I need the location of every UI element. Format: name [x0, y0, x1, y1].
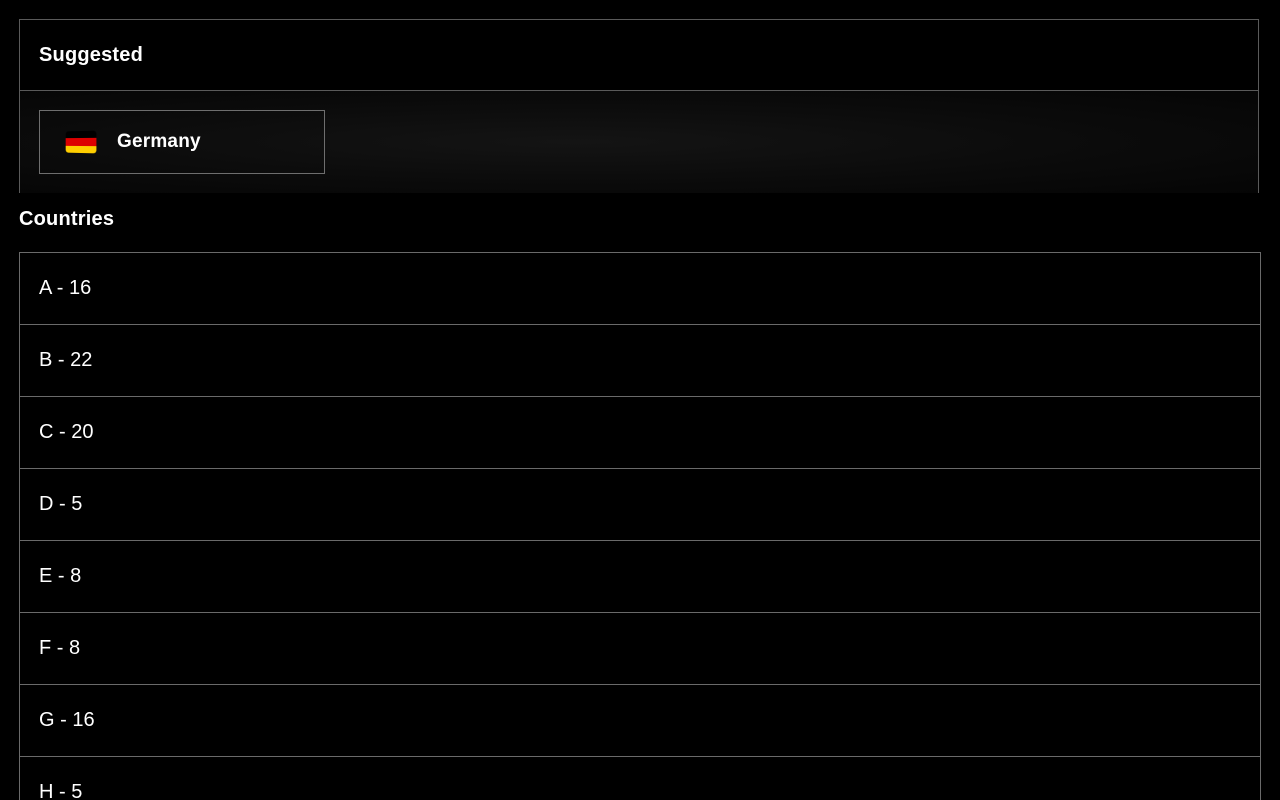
- letter-group-e[interactable]: E - 8: [19, 540, 1261, 612]
- letter-group-label: C - 20: [39, 421, 94, 443]
- letter-group-label: B - 22: [39, 349, 93, 371]
- letter-group-a[interactable]: A - 16: [19, 252, 1261, 324]
- letter-group-label: D - 5: [39, 493, 83, 515]
- letter-group-label: G - 16: [39, 709, 95, 731]
- country-name: Germany: [117, 131, 201, 152]
- suggested-list: Germany: [20, 91, 1258, 193]
- letter-group-h[interactable]: H - 5: [19, 756, 1261, 800]
- suggested-country-germany[interactable]: Germany: [39, 110, 325, 174]
- letter-group-d[interactable]: D - 5: [19, 468, 1261, 540]
- suggested-panel: Suggested Germany: [19, 19, 1259, 193]
- countries-letter-list: A - 16 B - 22 C - 20 D - 5 E - 8 F - 8 G…: [19, 252, 1261, 800]
- letter-group-label: E - 8: [39, 565, 82, 587]
- suggested-title: Suggested: [39, 43, 144, 66]
- germany-flag-icon: [65, 130, 97, 154]
- letter-group-b[interactable]: B - 22: [19, 324, 1261, 396]
- countries-title: Countries: [19, 208, 115, 230]
- suggested-header: Suggested: [20, 20, 1258, 91]
- letter-group-f[interactable]: F - 8: [19, 612, 1261, 684]
- letter-group-g[interactable]: G - 16: [19, 684, 1261, 756]
- flag-stripe-gold: [65, 145, 97, 154]
- country-picker-page: Suggested Germany Countries A - 16 B - 2…: [0, 0, 1280, 800]
- letter-group-label: A - 16: [39, 277, 92, 299]
- letter-group-c[interactable]: C - 20: [19, 396, 1261, 468]
- letter-group-label: F - 8: [39, 637, 81, 659]
- letter-group-label: H - 5: [39, 780, 83, 800]
